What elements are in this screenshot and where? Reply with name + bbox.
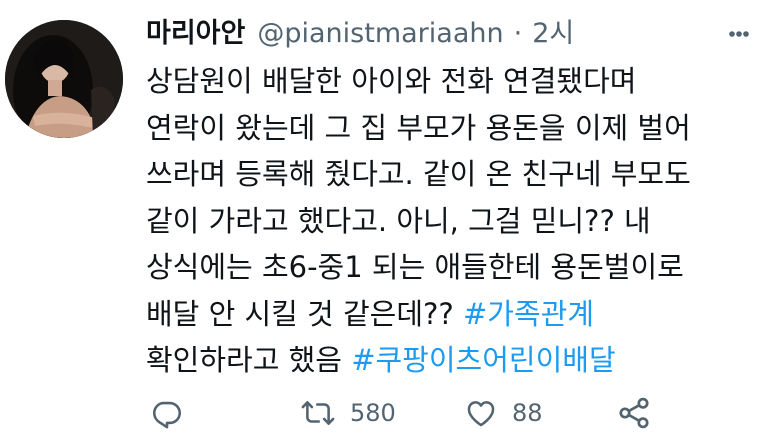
more-dots-icon[interactable] [718,14,758,54]
like-button[interactable]: 88 [464,388,543,438]
hashtag-link[interactable]: #가족관계 [463,297,594,331]
tweet-text-line: 쓰라며 등록해 줬다고. 같이 온 친구네 부모도 [146,151,766,198]
reply-button[interactable] [150,388,184,438]
line-text: 같이 가라고 했다고. 아니, 그걸 믿니?? 내 [146,203,651,238]
line-text: 배달 안 시킬 것 같은데?? [146,296,463,331]
tweet-text-line: 확인하라고 했음 #쿠팡이츠어린이배달 [146,337,766,384]
tweet-text-line: 상담원이 배달한 아이와 전화 연결됐다며 [146,58,766,105]
line-text: 확인하라고 했음 [146,343,352,377]
author-name[interactable]: 마리아안 [146,12,245,56]
tweet-text-line: 연락이 왔는데 그 집 부모가 용돈을 이제 벌어 [146,105,766,152]
hashtag-link[interactable]: #쿠팡이츠어린이배달 [351,343,615,377]
retweet-count: 580 [350,399,396,427]
tweet-actions: 580 88 [146,388,766,438]
reply-icon [152,401,182,429]
tweet-text-line: 같이 가라고 했다고. 아니, 그걸 믿니?? 내 [146,198,766,245]
line-text: 연락이 왔는데 그 집 부모가 용돈을 이제 벌어 [146,110,691,145]
tweet-time[interactable]: 2시 [532,12,574,56]
header-separator: · [513,18,523,49]
tweet-text-line: 상식에는 초6-중1 되는 애들한테 용돈벌이로 [146,244,766,291]
line-text: 상담원이 배달한 아이와 전화 연결됐다며 [146,64,637,98]
retweet-icon [301,401,335,425]
share-button[interactable] [616,388,652,438]
tweet-card: 마리아안 @pianistmariaahn · 2시 상담원이 배달한 아이와 … [0,0,779,445]
tweet-header: 마리아안 @pianistmariaahn · 2시 [146,12,574,56]
share-icon [619,397,649,429]
avatar-photo [5,20,123,138]
avatar[interactable] [5,20,123,138]
tweet-text-line: 배달 안 시킬 것 같은데?? #가족관계 [146,291,766,338]
like-count: 88 [512,399,543,427]
author-handle[interactable]: @pianistmariaahn [257,12,503,56]
tweet-text: 상담원이 배달한 아이와 전화 연결됐다며 연락이 왔는데 그 집 부모가 용돈… [146,58,766,384]
retweet-button[interactable]: 580 [300,388,396,438]
heart-icon [467,401,495,427]
line-text: 쓰라며 등록해 줬다고. 같이 온 친구네 부모도 [146,157,691,191]
line-text: 상식에는 초6-중1 되는 애들한테 용돈벌이로 [146,250,684,284]
